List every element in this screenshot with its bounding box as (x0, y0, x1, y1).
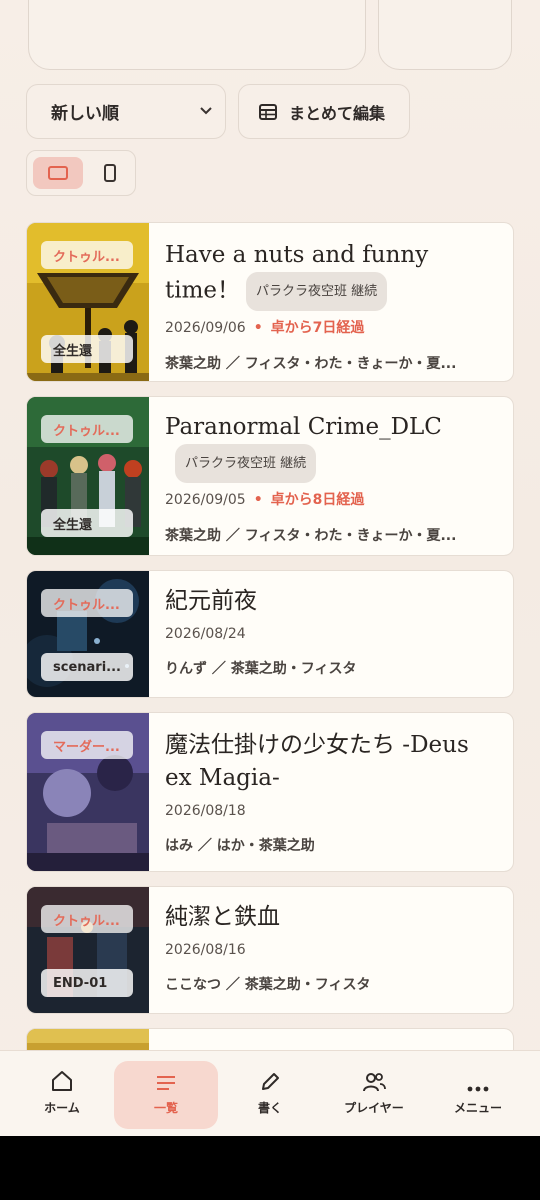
session-card[interactable]: クトゥル... 全生還 Have a nuts and funny time！パ… (26, 222, 514, 382)
elapsed-days: 卓から7日経過 (254, 320, 365, 336)
landscape-card-icon (48, 166, 68, 180)
nav-list[interactable]: 一覧 (114, 1061, 218, 1129)
card-date: 2026/08/18 (165, 803, 246, 819)
list-icon (157, 1076, 175, 1090)
bulk-edit-button[interactable]: まとめて編集 (238, 84, 410, 139)
session-card[interactable]: クトゥル... 全生還 Paranormal Crime_DLC パラクラ夜空班 … (26, 396, 514, 556)
card-date: 2026/08/24 (165, 626, 246, 642)
card-date: 2026/09/05 (165, 492, 246, 508)
card-players: りんず ／ 茶葉之助・フィスタ (165, 661, 357, 677)
card-players: ここなつ ／ 茶葉之助・フィスタ (165, 977, 371, 993)
card-thumbnail: クトゥル... END-01 (27, 887, 149, 1013)
card-thumbnail: クトゥル... scenari... (27, 571, 149, 697)
genre-badge: クトゥル... (41, 589, 133, 617)
card-thumbnail: クトゥル... 全生還 (27, 397, 149, 555)
card-players: はみ ／ はか・茶葉之助 (165, 838, 315, 854)
more-icon (467, 1086, 489, 1092)
card-players: 茶葉之助 ／ フィスタ・わた・きょーか・夏... (165, 528, 457, 544)
session-card[interactable]: クトゥル... END-01 純潔と鉄血 2026/08/16 ここなつ ／ 茶… (26, 886, 514, 1014)
nav-home-label: ホーム (44, 1101, 80, 1115)
filter-button-fragment[interactable] (378, 0, 512, 70)
group-tag: パラクラ夜空班 継続 (246, 272, 388, 311)
pencil-icon (262, 1073, 279, 1090)
nav-home[interactable]: ホーム (10, 1061, 114, 1129)
group-tag: パラクラ夜空班 継続 (175, 444, 317, 483)
chevron-down-icon (200, 107, 212, 115)
card-date: 2026/08/16 (165, 942, 246, 958)
card-meta: 2026/09/05 卓から8日経過 (165, 489, 499, 509)
result-badge: END-01 (41, 969, 133, 997)
nav-write-label: 書く (257, 1101, 282, 1115)
result-badge: scenari... (41, 653, 133, 681)
bulk-edit-label: まとめて編集 (289, 103, 386, 123)
system-navigation-bar (0, 1136, 540, 1200)
nav-write[interactable]: 書く (218, 1061, 322, 1129)
nav-players-label: プレイヤー (344, 1101, 404, 1115)
card-thumbnail: マーダー... (27, 713, 149, 871)
card-content: 魔法仕掛けの少女たち -Deus ex Magia- 2026/08/18 はみ… (165, 729, 499, 855)
sort-select[interactable]: 新しい順 (26, 84, 226, 139)
view-portrait-option[interactable] (85, 157, 135, 189)
view-mode-toggle (26, 150, 136, 196)
home-icon (52, 1071, 72, 1091)
card-content: Paranormal Crime_DLC パラクラ夜空班 継続 2026/09/0… (165, 411, 499, 545)
genre-badge: クトゥル... (41, 241, 133, 269)
sort-select-value: 新しい順 (51, 104, 119, 124)
nav-menu[interactable]: メニュー (426, 1061, 530, 1129)
table-icon (259, 103, 277, 120)
elapsed-days: 卓から8日経過 (254, 492, 365, 508)
result-badge: 全生還 (41, 509, 133, 537)
card-thumbnail: クトゥル... 全生還 (27, 223, 149, 381)
portrait-card-icon (104, 164, 116, 182)
card-meta: 2026/09/06 卓から7日経過 (165, 317, 499, 337)
view-landscape-option[interactable] (33, 157, 83, 189)
session-card[interactable]: マーダー... 魔法仕掛けの少女たち -Deus ex Magia- 2026/… (26, 712, 514, 872)
card-title: Paranormal Crime_DLC パラクラ夜空班 継続 (165, 411, 499, 483)
card-content: 紀元前夜 2026/08/24 りんず ／ 茶葉之助・フィスタ (165, 585, 499, 678)
card-title: 魔法仕掛けの少女たち -Deus ex Magia- (165, 732, 469, 791)
genre-badge: マーダー... (41, 731, 133, 759)
search-field-fragment[interactable] (28, 0, 366, 70)
card-date: 2026/09/06 (165, 320, 246, 336)
nav-players[interactable]: プレイヤー (322, 1061, 426, 1129)
session-card[interactable]: クトゥル... scenari... 紀元前夜 2026/08/24 りんず ／… (26, 570, 514, 698)
nav-menu-label: メニュー (453, 1101, 502, 1115)
result-badge: 全生還 (41, 335, 133, 363)
card-players: 茶葉之助 ／ フィスタ・わた・きょーか・夏... (165, 356, 457, 372)
top-controls-fragment (0, 0, 540, 72)
users-icon (363, 1073, 386, 1092)
card-title: Have a nuts and funny time！ パラクラ夜空班 継続 (165, 239, 499, 311)
genre-badge: クトゥル... (41, 415, 133, 443)
nav-list-label: 一覧 (153, 1101, 178, 1115)
card-content: 純潔と鉄血 2026/08/16 ここなつ ／ 茶葉之助・フィスタ (165, 901, 499, 994)
card-title: 純潔と鉄血 (165, 904, 280, 930)
genre-badge: クトゥル... (41, 905, 133, 933)
card-content: Have a nuts and funny time！ パラクラ夜空班 継続 20… (165, 239, 499, 373)
bottom-navigation: ホーム 一覧 書く プレイヤー メニュー (0, 1050, 540, 1136)
card-title: 紀元前夜 (165, 588, 257, 614)
